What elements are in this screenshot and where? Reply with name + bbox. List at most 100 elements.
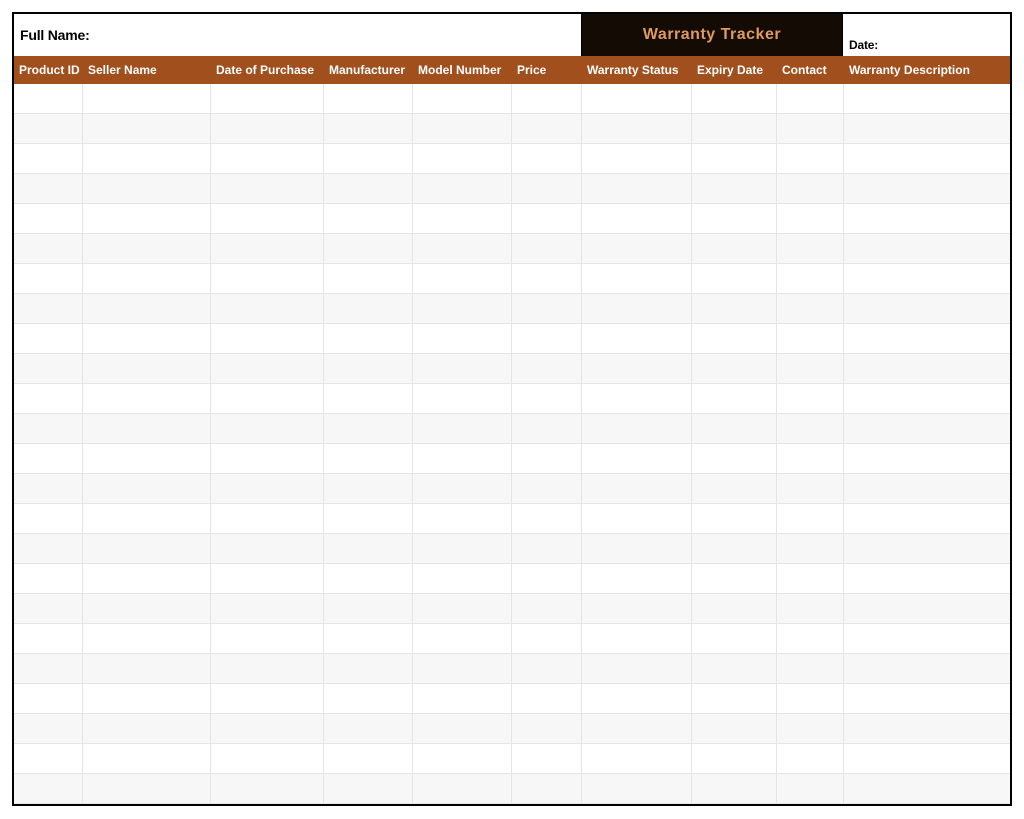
table-cell[interactable] <box>512 624 582 654</box>
table-cell[interactable] <box>582 84 692 114</box>
table-cell[interactable] <box>83 204 211 234</box>
table-cell[interactable] <box>777 354 844 384</box>
table-cell[interactable] <box>582 534 692 564</box>
table-cell[interactable] <box>324 294 413 324</box>
table-cell[interactable] <box>692 414 777 444</box>
table-cell[interactable] <box>324 744 413 774</box>
table-cell[interactable] <box>211 564 324 594</box>
table-cell[interactable] <box>83 594 211 624</box>
table-cell[interactable] <box>692 294 777 324</box>
table-row[interactable] <box>14 474 1010 504</box>
table-cell[interactable] <box>844 654 1010 684</box>
table-cell[interactable] <box>777 534 844 564</box>
table-cell[interactable] <box>83 474 211 504</box>
table-cell[interactable] <box>844 144 1010 174</box>
table-cell[interactable] <box>777 114 844 144</box>
table-cell[interactable] <box>324 234 413 264</box>
table-cell[interactable] <box>512 294 582 324</box>
table-cell[interactable] <box>83 504 211 534</box>
table-row[interactable] <box>14 144 1010 174</box>
table-cell[interactable] <box>844 474 1010 504</box>
table-cell[interactable] <box>211 204 324 234</box>
table-row[interactable] <box>14 414 1010 444</box>
table-cell[interactable] <box>324 504 413 534</box>
table-cell[interactable] <box>512 264 582 294</box>
table-row[interactable] <box>14 564 1010 594</box>
table-cell[interactable] <box>844 324 1010 354</box>
table-cell[interactable] <box>777 414 844 444</box>
table-row[interactable] <box>14 114 1010 144</box>
table-cell[interactable] <box>692 84 777 114</box>
table-cell[interactable] <box>14 654 83 684</box>
table-cell[interactable] <box>777 294 844 324</box>
table-cell[interactable] <box>211 444 324 474</box>
table-cell[interactable] <box>324 684 413 714</box>
table-cell[interactable] <box>844 534 1010 564</box>
table-cell[interactable] <box>844 714 1010 744</box>
table-cell[interactable] <box>413 474 512 504</box>
table-cell[interactable] <box>324 774 413 804</box>
table-cell[interactable] <box>844 174 1010 204</box>
table-cell[interactable] <box>413 264 512 294</box>
table-row[interactable] <box>14 84 1010 114</box>
table-cell[interactable] <box>83 744 211 774</box>
table-cell[interactable] <box>14 624 83 654</box>
table-cell[interactable] <box>692 504 777 534</box>
table-cell[interactable] <box>844 414 1010 444</box>
table-cell[interactable] <box>512 684 582 714</box>
table-cell[interactable] <box>83 324 211 354</box>
table-cell[interactable] <box>582 294 692 324</box>
table-cell[interactable] <box>582 324 692 354</box>
table-cell[interactable] <box>582 144 692 174</box>
table-cell[interactable] <box>582 504 692 534</box>
table-row[interactable] <box>14 684 1010 714</box>
table-cell[interactable] <box>692 594 777 624</box>
table-row[interactable] <box>14 504 1010 534</box>
table-cell[interactable] <box>777 684 844 714</box>
table-cell[interactable] <box>692 234 777 264</box>
table-cell[interactable] <box>324 264 413 294</box>
table-cell[interactable] <box>512 444 582 474</box>
table-cell[interactable] <box>844 294 1010 324</box>
table-cell[interactable] <box>692 564 777 594</box>
table-row[interactable] <box>14 594 1010 624</box>
table-cell[interactable] <box>777 564 844 594</box>
table-cell[interactable] <box>413 594 512 624</box>
table-cell[interactable] <box>211 354 324 384</box>
table-cell[interactable] <box>14 114 83 144</box>
table-cell[interactable] <box>777 444 844 474</box>
table-cell[interactable] <box>14 534 83 564</box>
table-cell[interactable] <box>512 204 582 234</box>
table-cell[interactable] <box>413 114 512 144</box>
table-row[interactable] <box>14 384 1010 414</box>
table-cell[interactable] <box>512 114 582 144</box>
table-cell[interactable] <box>512 174 582 204</box>
table-row[interactable] <box>14 714 1010 744</box>
table-cell[interactable] <box>211 474 324 504</box>
table-cell[interactable] <box>324 354 413 384</box>
table-cell[interactable] <box>211 504 324 534</box>
table-cell[interactable] <box>582 354 692 384</box>
table-cell[interactable] <box>844 444 1010 474</box>
table-cell[interactable] <box>692 144 777 174</box>
table-cell[interactable] <box>582 414 692 444</box>
table-cell[interactable] <box>413 144 512 174</box>
table-cell[interactable] <box>83 534 211 564</box>
table-row[interactable] <box>14 774 1010 804</box>
table-cell[interactable] <box>324 84 413 114</box>
table-cell[interactable] <box>777 654 844 684</box>
table-cell[interactable] <box>582 474 692 504</box>
table-cell[interactable] <box>211 324 324 354</box>
table-cell[interactable] <box>582 744 692 774</box>
table-cell[interactable] <box>582 384 692 414</box>
table-cell[interactable] <box>324 174 413 204</box>
table-cell[interactable] <box>512 384 582 414</box>
table-cell[interactable] <box>777 264 844 294</box>
table-cell[interactable] <box>324 594 413 624</box>
table-cell[interactable] <box>413 534 512 564</box>
table-cell[interactable] <box>413 564 512 594</box>
table-cell[interactable] <box>83 624 211 654</box>
table-cell[interactable] <box>324 384 413 414</box>
table-cell[interactable] <box>14 324 83 354</box>
table-cell[interactable] <box>777 714 844 744</box>
